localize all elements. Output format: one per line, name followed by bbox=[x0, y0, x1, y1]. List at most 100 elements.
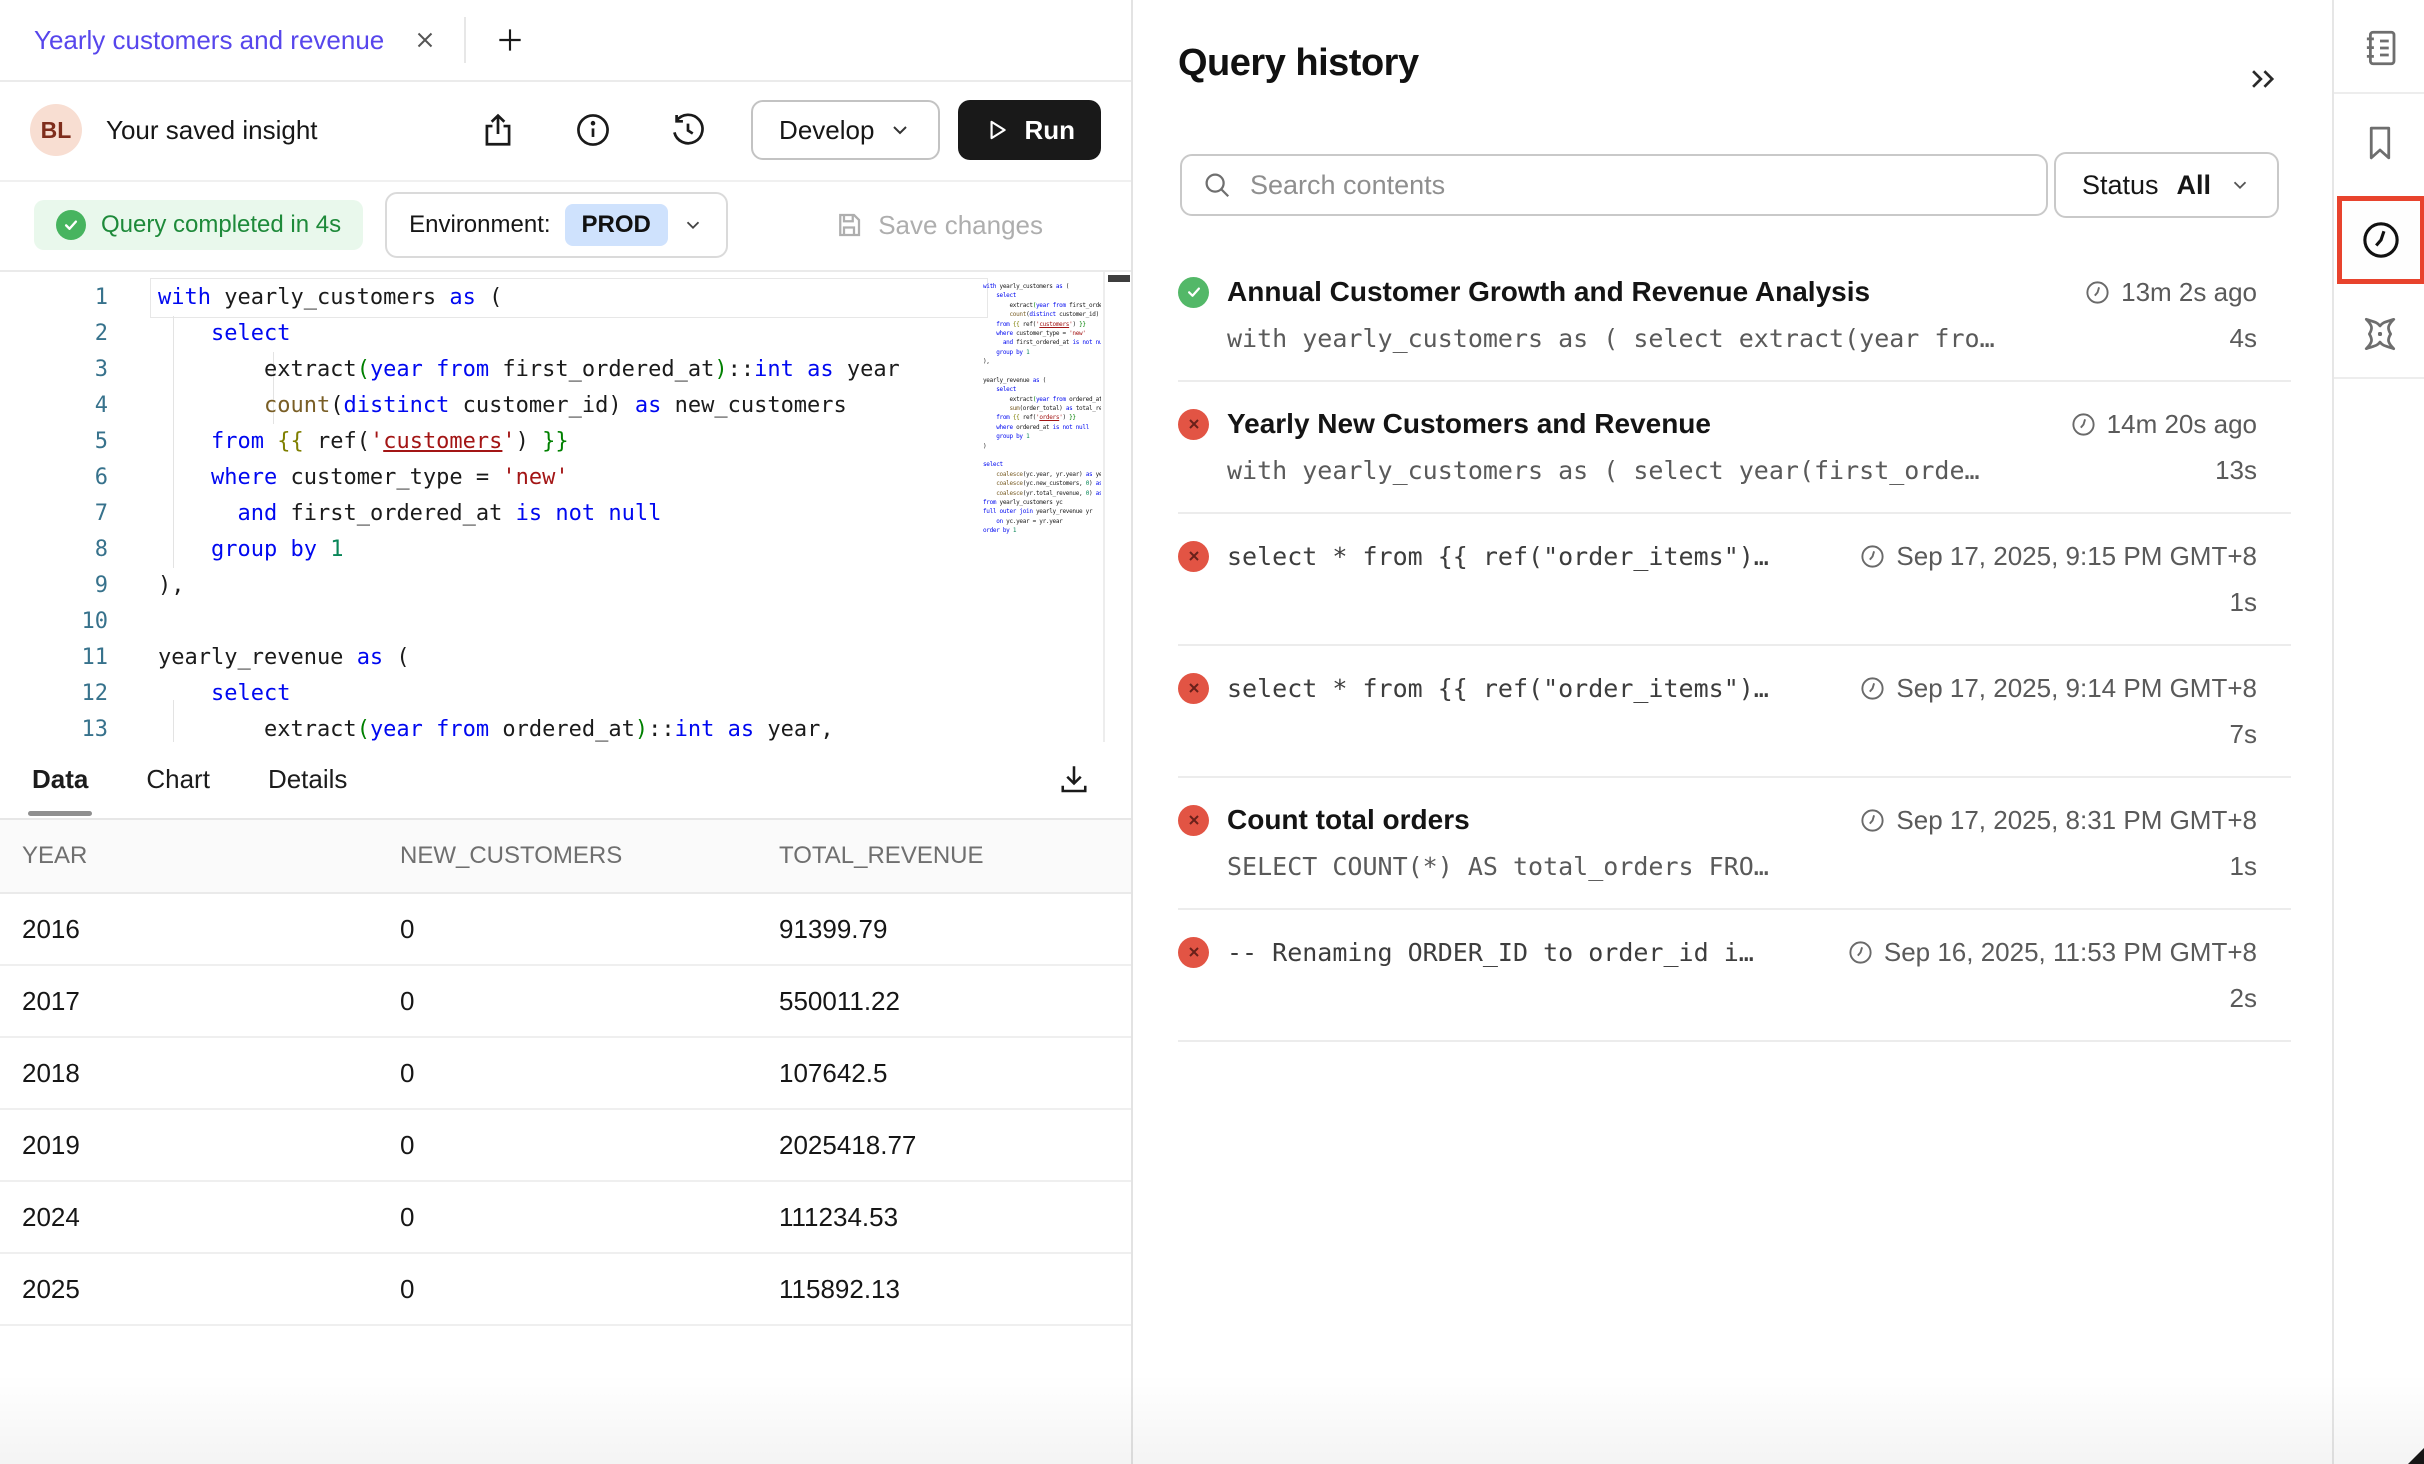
environment-selector[interactable]: Environment: PROD bbox=[385, 192, 728, 258]
table-row[interactable]: 20250115892.13 bbox=[0, 1254, 1131, 1326]
share-button[interactable] bbox=[470, 103, 525, 158]
explore-button[interactable] bbox=[2334, 306, 2424, 362]
table-cell: 107642.5 bbox=[779, 1038, 887, 1108]
line-number: 4 bbox=[0, 388, 108, 424]
chevron-down-icon bbox=[888, 118, 912, 142]
code-lines: with yearly_customers as ( select extrac… bbox=[158, 280, 982, 742]
clock-icon bbox=[2084, 279, 2111, 306]
code-minimap[interactable]: with yearly_customers as ( select extrac… bbox=[983, 282, 1101, 722]
tab-chart[interactable]: Chart bbox=[146, 740, 210, 818]
history-item-duration: 1s bbox=[2230, 851, 2257, 882]
history-search[interactable] bbox=[1180, 154, 2048, 216]
status-filter-dropdown[interactable]: Status All bbox=[2054, 152, 2279, 218]
save-changes-button[interactable]: Save changes bbox=[828, 209, 1049, 242]
code-line: group by 1 bbox=[983, 432, 1101, 441]
tab-yearly-customers-and-revenue[interactable]: Yearly customers and revenue bbox=[0, 0, 440, 80]
query-history-panel: Query history Status All Annual Customer… bbox=[1133, 0, 2330, 1464]
history-item[interactable]: -- Renaming ORDER_ID to order_id i…Sep 1… bbox=[1178, 910, 2291, 1042]
results-table: YEAR NEW_CUSTOMERS TOTAL_REVENUE 2016091… bbox=[0, 820, 1131, 1326]
line-number: 13 bbox=[0, 712, 108, 742]
status-row: Query completed in 4s Environment: PROD … bbox=[0, 182, 1131, 268]
table-row[interactable]: 2016091399.79 bbox=[0, 894, 1131, 966]
save-changes-label: Save changes bbox=[878, 210, 1043, 241]
notebook-icon bbox=[2359, 27, 2401, 69]
clock-icon bbox=[1859, 675, 1886, 702]
error-icon bbox=[1178, 541, 1209, 572]
search-input[interactable] bbox=[1248, 169, 2026, 202]
code-line: from {{ ref('customers') }} bbox=[983, 320, 1101, 329]
history-item[interactable]: select * from {{ ref("order_items")…Sep … bbox=[1178, 646, 2291, 778]
new-tab-button[interactable] bbox=[488, 18, 532, 62]
code-line: ), bbox=[983, 357, 1101, 366]
table-cell: 0 bbox=[400, 894, 414, 964]
history-item-title: select * from {{ ref("order_items")… bbox=[1227, 542, 1859, 571]
code-line: extract(year from ordered_at)::int as ye… bbox=[983, 395, 1101, 404]
clock-icon bbox=[1847, 939, 1874, 966]
table-cell: 0 bbox=[400, 1182, 414, 1252]
query-history-button-highlighted[interactable] bbox=[2337, 196, 2424, 284]
close-tab-icon[interactable] bbox=[410, 25, 440, 55]
history-item[interactable]: Count total ordersSep 17, 2025, 8:31 PM … bbox=[1178, 778, 2291, 910]
bookmarks-button[interactable] bbox=[2334, 115, 2424, 171]
download-results-button[interactable] bbox=[1049, 754, 1099, 804]
table-row[interactable]: 20170550011.22 bbox=[0, 966, 1131, 1038]
version-history-button[interactable] bbox=[660, 103, 715, 158]
develop-button[interactable]: Develop bbox=[751, 100, 940, 160]
code-line: select bbox=[158, 316, 982, 352]
history-item-duration: 2s bbox=[2230, 983, 2257, 1014]
column-header-new-customers: NEW_CUSTOMERS bbox=[400, 820, 622, 892]
code-line: from yearly_customers yc bbox=[983, 498, 1101, 507]
collapse-panel-button[interactable] bbox=[2240, 56, 2286, 102]
code-line: select bbox=[158, 676, 982, 712]
clock-icon bbox=[1859, 543, 1886, 570]
resize-corner[interactable] bbox=[2408, 1448, 2424, 1464]
history-item-title: -- Renaming ORDER_ID to order_id i… bbox=[1227, 938, 1847, 967]
history-item[interactable]: Annual Customer Growth and Revenue Analy… bbox=[1178, 262, 2291, 382]
code-line: ), bbox=[158, 568, 982, 604]
code-line: count(distinct customer_id) as new_custo… bbox=[158, 388, 982, 424]
code-line: on yc.year = yr.year bbox=[983, 517, 1101, 526]
clock-icon bbox=[2359, 218, 2403, 262]
history-item-duration: 13s bbox=[2215, 455, 2257, 486]
history-item-query-preview: SELECT COUNT(*) AS total_orders FRO… bbox=[1227, 852, 2230, 881]
bookmark-icon bbox=[2359, 122, 2401, 164]
develop-label: Develop bbox=[779, 115, 874, 146]
code-line bbox=[983, 367, 1101, 376]
history-item-query-preview: with yearly_customers as ( select extrac… bbox=[1227, 324, 2230, 353]
environment-label: Environment: bbox=[409, 211, 550, 239]
query-status-badge: Query completed in 4s bbox=[34, 200, 363, 250]
info-button[interactable] bbox=[565, 103, 620, 158]
share-icon bbox=[479, 111, 517, 149]
history-item[interactable]: Yearly New Customers and Revenue14m 20s … bbox=[1178, 382, 2291, 514]
code-line: coalesce(yr.total_revenue, 0) as total_r… bbox=[983, 489, 1101, 498]
code-line: from {{ ref('orders') }} bbox=[983, 413, 1101, 422]
code-line: order by 1 bbox=[983, 526, 1101, 535]
table-cell: 550011.22 bbox=[779, 966, 900, 1036]
toolbar-divider bbox=[2334, 377, 2424, 379]
notebook-button[interactable] bbox=[2334, 20, 2424, 76]
code-line: where customer_type = 'new' bbox=[158, 460, 982, 496]
clock-icon bbox=[1859, 807, 1886, 834]
history-item[interactable]: select * from {{ ref("order_items")…Sep … bbox=[1178, 514, 2291, 646]
code-line: with yearly_customers as ( bbox=[983, 282, 1101, 291]
table-row[interactable]: 20180107642.5 bbox=[0, 1038, 1131, 1110]
query-editor-panel: Yearly customers and revenue BL Your sav… bbox=[0, 0, 1131, 1464]
history-item-time: Sep 17, 2025, 8:31 PM GMT+8 bbox=[1859, 805, 2257, 836]
editor-scrollbar[interactable] bbox=[1103, 272, 1131, 742]
table-cell: 0 bbox=[400, 966, 414, 1036]
table-row[interactable]: 201902025418.77 bbox=[0, 1110, 1131, 1182]
tab-details[interactable]: Details bbox=[268, 740, 347, 818]
run-button[interactable]: Run bbox=[958, 100, 1101, 160]
editor-scrollbar-thumb[interactable] bbox=[1108, 275, 1130, 282]
code-line: select bbox=[983, 385, 1101, 394]
status-filter-value: All bbox=[2176, 170, 2211, 201]
code-line: with yearly_customers as ( bbox=[158, 280, 982, 316]
sql-code-editor[interactable]: 12345678910111213 with yearly_customers … bbox=[0, 270, 1131, 742]
success-icon bbox=[56, 210, 86, 240]
table-row[interactable]: 20240111234.53 bbox=[0, 1182, 1131, 1254]
document-toolbar: BL Your saved insight Develop R bbox=[0, 80, 1131, 182]
table-cell: 2024 bbox=[22, 1182, 80, 1252]
tab-data[interactable]: Data bbox=[32, 740, 88, 818]
table-cell: 91399.79 bbox=[779, 894, 887, 964]
compass-pinwheel-icon bbox=[2358, 312, 2402, 356]
